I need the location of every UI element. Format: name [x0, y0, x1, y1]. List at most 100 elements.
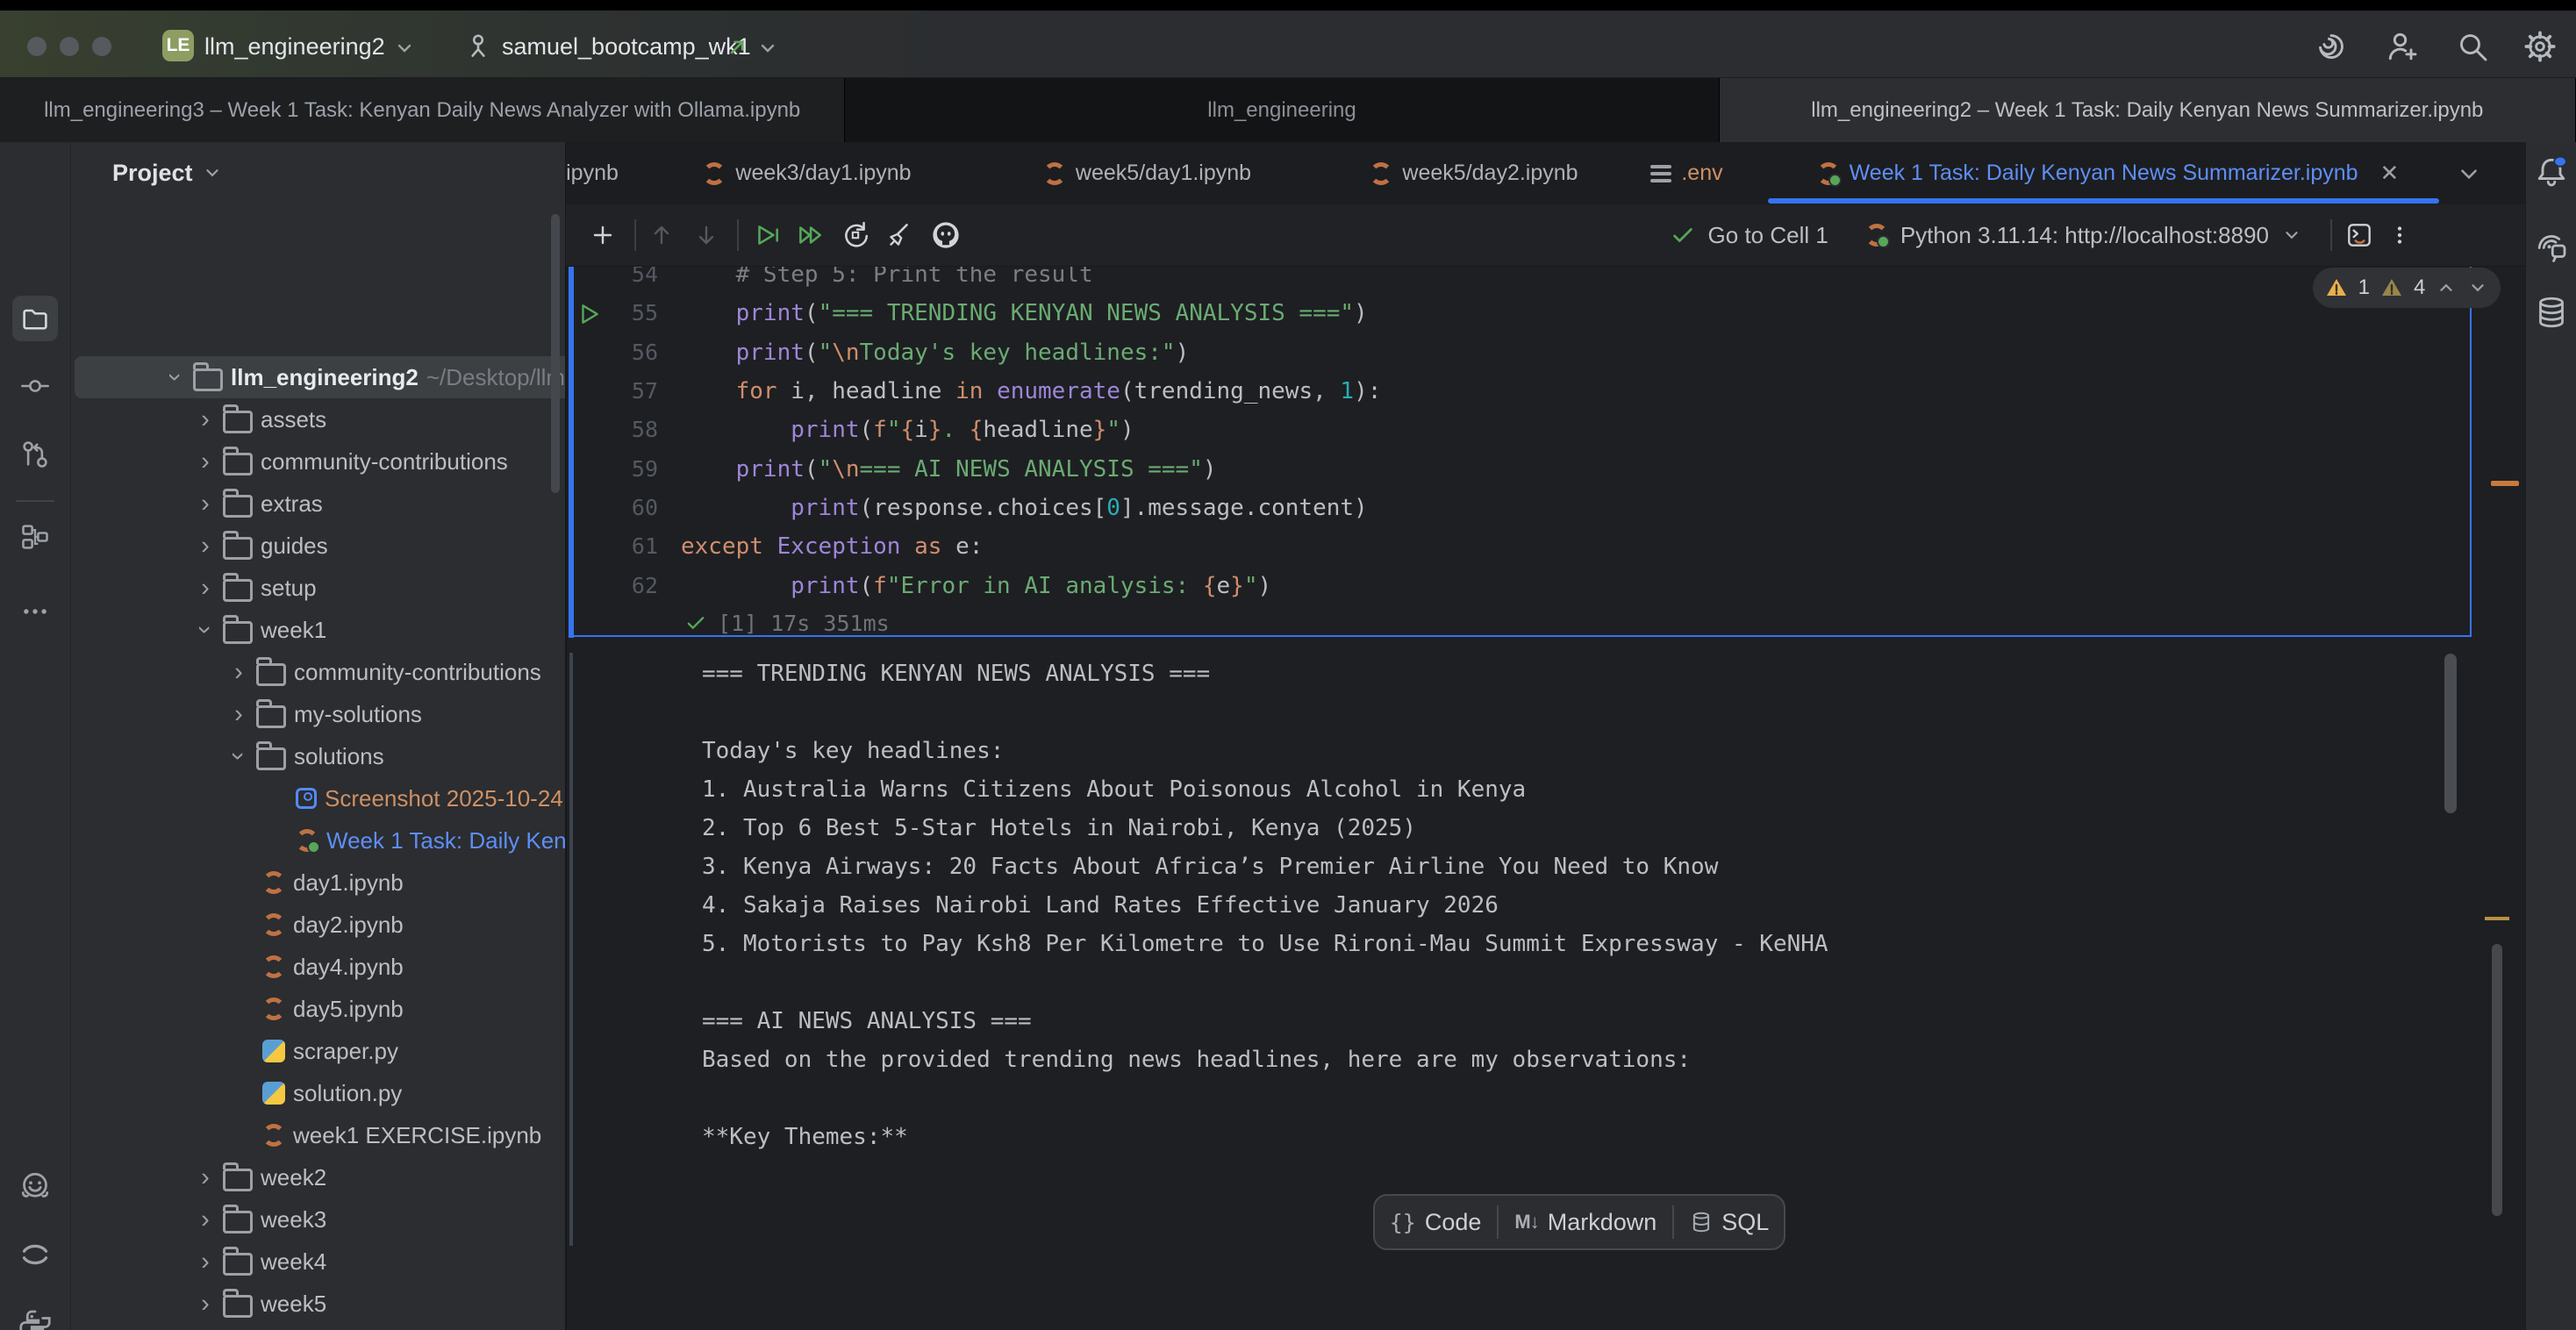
markdown-cell-button[interactable]: M↓ Markdown	[1514, 1209, 1657, 1236]
more-tool-windows-icon[interactable]	[19, 596, 51, 627]
move-cell-up-button[interactable]	[648, 221, 676, 249]
tree-item-folder[interactable]: ›assets	[71, 398, 565, 440]
move-cell-down-button[interactable]	[692, 221, 720, 249]
jupyter-console-icon[interactable]	[2344, 220, 2374, 250]
run-cell-button[interactable]	[752, 220, 782, 250]
tree-item-file[interactable]: scraper.py	[71, 1030, 565, 1072]
code-line[interactable]: print("=== TRENDING KENYAN NEWS ANALYSIS…	[681, 294, 1368, 332]
tree-item-folder[interactable]: ›week3	[71, 1198, 565, 1241]
database-icon[interactable]	[2534, 295, 2569, 330]
tree-item-file[interactable]: solution.py	[71, 1072, 565, 1114]
tab-list-chevron-icon[interactable]	[2457, 161, 2481, 186]
tab-week5-day1[interactable]: week5/day1.ipynb	[1000, 142, 1294, 204]
chevron-collapsed-icon[interactable]: ›	[196, 1252, 215, 1271]
chevron-collapsed-icon[interactable]: ›	[196, 410, 215, 429]
chevron-collapsed-icon[interactable]: ›	[196, 1294, 215, 1313]
branch-switcher[interactable]: samuel_bootcamp_wk1	[502, 33, 751, 61]
project-switcher[interactable]: llm_engineering2	[204, 33, 385, 61]
more-options-kebab-icon[interactable]	[2386, 222, 2413, 248]
tree-item-root[interactable]: ›llm_engineering2~/Desktop/llm_en	[75, 356, 565, 398]
structure-icon[interactable]	[19, 521, 51, 553]
tab-week5-day2[interactable]: week5/day2.ipynb	[1325, 142, 1623, 204]
restart-kernel-button[interactable]	[841, 220, 870, 250]
chevron-down-icon[interactable]	[2281, 225, 2302, 246]
stripe-mark[interactable]	[2485, 917, 2509, 920]
run-line-gutter-icon[interactable]	[577, 302, 602, 326]
tree-item-folder[interactable]: ›week2	[71, 1156, 565, 1198]
project-panel-scrollbar[interactable]	[551, 214, 560, 493]
tab-week3-day1[interactable]: week3/day1.ipynb	[662, 142, 952, 204]
jupyter-icon[interactable]	[18, 1237, 53, 1272]
warning-stripe-mark[interactable]	[2491, 481, 2519, 486]
previous-issue-icon[interactable]	[2436, 277, 2457, 298]
chevron-collapsed-icon[interactable]: ›	[196, 1168, 215, 1187]
ai-assistant-icon[interactable]	[2314, 29, 2349, 64]
chevron-collapsed-icon[interactable]: ›	[229, 662, 248, 682]
next-issue-icon[interactable]	[2467, 277, 2488, 298]
chevron-collapsed-icon[interactable]: ›	[196, 578, 215, 597]
sql-cell-button[interactable]: SQL	[1690, 1209, 1769, 1236]
search-icon[interactable]	[2455, 29, 2490, 64]
python-console-icon[interactable]	[18, 1307, 53, 1330]
gear-icon[interactable]	[2522, 29, 2558, 64]
code-line[interactable]: for i, headline in enumerate(trending_ne…	[681, 372, 1381, 411]
tab-env[interactable]: .env	[1628, 142, 1746, 204]
tree-item-folder[interactable]: ›solutions	[71, 735, 565, 777]
notifications-bell-icon[interactable]	[2534, 154, 2569, 189]
code-line[interactable]: print("\n=== AI NEWS ANALYSIS ===")	[681, 450, 1217, 489]
chevron-expanded-icon[interactable]: ›	[196, 620, 215, 640]
pull-requests-icon[interactable]	[19, 439, 51, 470]
inspections-widget[interactable]: 1 4	[2313, 268, 2501, 308]
tree-item-folder[interactable]: ›guides	[71, 525, 565, 567]
tree-item-file[interactable]: day4.ipynb	[71, 946, 565, 988]
run-all-cells-button[interactable]	[795, 220, 825, 250]
tree-item-file[interactable]: day1.ipynb	[71, 862, 565, 904]
chevron-collapsed-icon[interactable]: ›	[196, 536, 215, 555]
tree-item-folder[interactable]: ›extras	[71, 483, 565, 525]
tree-item-folder[interactable]: ›community-contributions	[71, 651, 565, 693]
kernel-selector[interactable]: Python 3.11.14: http://localhost:8890	[1900, 222, 2269, 249]
window-close-button[interactable]	[27, 37, 47, 56]
tree-item-file[interactable]: day2.ipynb	[71, 904, 565, 946]
code-line[interactable]: print(response.choices[0].message.conten…	[681, 489, 1368, 527]
window-zoom-button[interactable]	[92, 37, 111, 56]
add-user-icon[interactable]	[2385, 29, 2420, 64]
tree-item-folder[interactable]: ›week1	[71, 609, 565, 651]
code-line[interactable]: except Exception as e:	[681, 527, 983, 566]
tree-item-file[interactable]: day5.ipynb	[71, 988, 565, 1030]
tree-item-folder[interactable]: ›week5	[71, 1283, 565, 1325]
tree-item-folder[interactable]: ›my-solutions	[71, 693, 565, 735]
window-tab-llm-engineering[interactable]: llm_engineering	[845, 78, 1719, 142]
code-cell-button[interactable]: {} Code	[1390, 1209, 1482, 1236]
project-panel-header[interactable]: Project	[112, 151, 223, 195]
tree-item-folder[interactable]: ›week6	[71, 1325, 565, 1330]
tree-item-folder[interactable]: ›week4	[71, 1241, 565, 1283]
chevron-down-icon[interactable]	[393, 37, 416, 60]
tree-item-folder[interactable]: ›community-contributions	[71, 440, 565, 483]
tree-item-file[interactable]: Screenshot 2025-10-24 at	[71, 777, 565, 819]
chevron-collapsed-icon[interactable]: ›	[196, 494, 215, 513]
tree-item-file[interactable]: Week 1 Task: Daily Kenyan	[71, 819, 565, 862]
github-icon[interactable]	[930, 219, 962, 251]
tree-item-folder[interactable]: ›setup	[71, 567, 565, 609]
code-line[interactable]: print(f"{i}. {headline}")	[681, 411, 1134, 449]
code-line[interactable]: print(f"Error in AI analysis: {e}")	[681, 567, 1271, 605]
chevron-down-icon[interactable]	[756, 37, 779, 60]
output-scrollbar[interactable]	[2444, 654, 2457, 813]
ai-chat-icon[interactable]	[2534, 228, 2569, 263]
chevron-collapsed-icon[interactable]: ›	[196, 1210, 215, 1229]
chevron-expanded-icon[interactable]: ›	[166, 368, 185, 387]
close-icon[interactable]: ✕	[2380, 160, 2400, 187]
tree-item-file[interactable]: week1 EXERCISE.ipynb	[71, 1114, 565, 1156]
tab-active-notebook[interactable]: Week 1 Task: Daily Kenyan News Summarize…	[1768, 142, 2448, 204]
tab-truncated[interactable]: ipynb	[566, 142, 619, 204]
commit-icon[interactable]	[19, 370, 51, 402]
chevron-collapsed-icon[interactable]: ›	[196, 452, 215, 471]
window-tab-llm-engineering3[interactable]: llm_engineering3 – Week 1 Task: Kenyan D…	[0, 78, 845, 142]
add-cell-button[interactable]	[589, 221, 617, 249]
code-line[interactable]: print("\nToday's key headlines:")	[681, 333, 1189, 372]
clear-outputs-button[interactable]	[884, 220, 913, 250]
window-tab-llm-engineering2[interactable]: llm_engineering2 – Week 1 Task: Daily Ke…	[1720, 78, 2576, 142]
editor-scrollbar[interactable]	[2492, 944, 2502, 1216]
goto-cell-button[interactable]: Go to Cell 1	[1708, 222, 1828, 249]
